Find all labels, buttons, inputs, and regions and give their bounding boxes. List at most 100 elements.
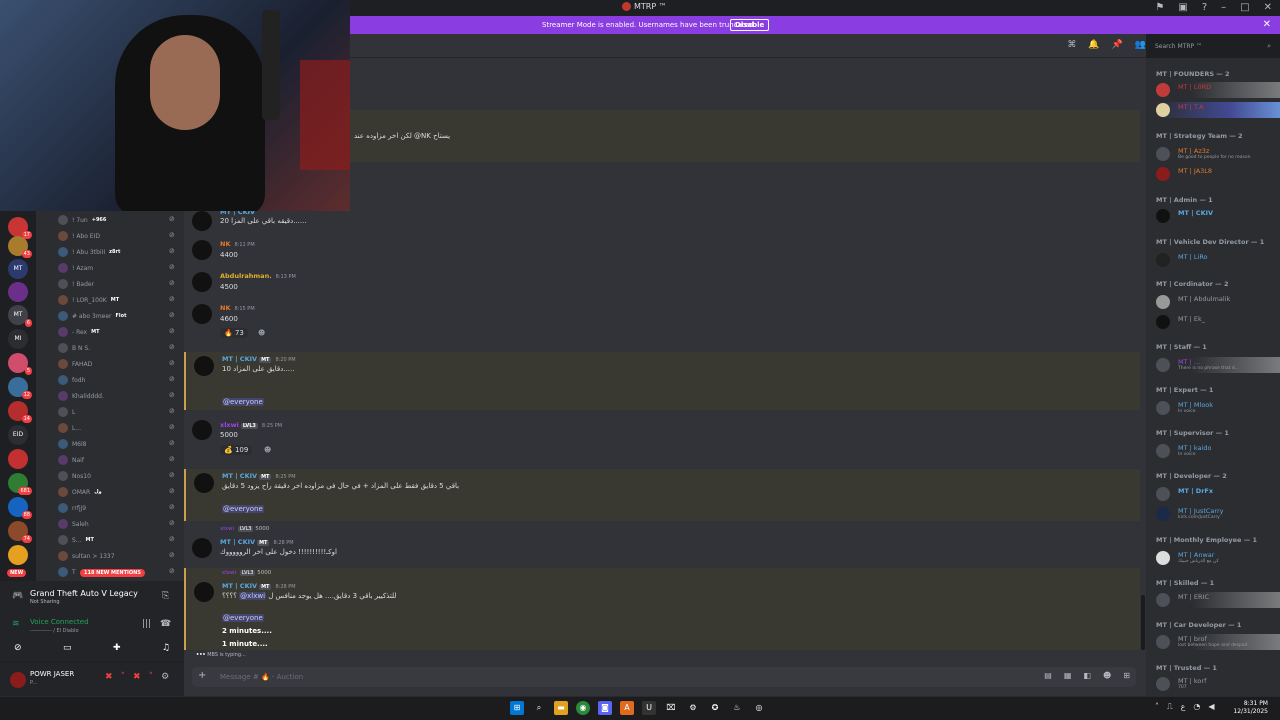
- inbox-icon[interactable]: ⚑: [1155, 2, 1164, 13]
- sticker-icon[interactable]: ◧: [1083, 671, 1091, 680]
- start-icon[interactable]: ⊞: [510, 701, 524, 715]
- member-item[interactable]: MT | DrFx: [1154, 486, 1280, 502]
- server-icon[interactable]: 17: [8, 217, 32, 239]
- member-item[interactable]: MT | L0RD: [1154, 82, 1280, 98]
- voice-user[interactable]: ! Bader: [58, 277, 94, 291]
- app-icon[interactable]: U: [642, 701, 656, 715]
- voice-user[interactable]: sultan > 1337: [58, 549, 115, 563]
- member-item[interactable]: MT | Ek_: [1154, 314, 1280, 330]
- voice-user[interactable]: # abo 3meer Flot: [58, 309, 126, 323]
- gif-icon[interactable]: ▦: [1064, 671, 1072, 680]
- server-icon[interactable]: 74: [8, 521, 32, 543]
- server-icon[interactable]: 43: [8, 236, 32, 258]
- chat-scrollbar[interactable]: [1141, 595, 1145, 650]
- voice-user[interactable]: Naif: [58, 453, 84, 467]
- wifi-icon[interactable]: ◔: [1193, 702, 1200, 712]
- threads-icon[interactable]: ⌘: [1067, 40, 1076, 50]
- volume-icon[interactable]: ◀: [1208, 702, 1214, 712]
- voice-user[interactable]: Nos10: [58, 469, 91, 483]
- avatar[interactable]: [192, 304, 212, 324]
- avatar[interactable]: [194, 582, 214, 602]
- avatar[interactable]: [192, 211, 212, 231]
- network-icon[interactable]: ⎍: [1167, 702, 1173, 712]
- avatar[interactable]: [194, 473, 214, 493]
- voice-user[interactable]: L: [58, 405, 75, 419]
- message[interactable]: xlxwi LVL3 5000 MT | CKIV MT 8:28 PM ؟؟؟؟ …: [184, 568, 1140, 650]
- server-icon[interactable]: 12: [8, 377, 32, 399]
- avatar[interactable]: [192, 240, 212, 260]
- voice-user[interactable]: Khalidddd.: [58, 389, 104, 403]
- voice-user[interactable]: ! LOR_100K MT: [58, 293, 119, 307]
- member-item[interactable]: MT | kaido In voice: [1154, 443, 1280, 459]
- members-icon[interactable]: 👥: [1135, 40, 1146, 50]
- app-icon[interactable]: ⌧: [664, 701, 678, 715]
- server-icon[interactable]: [8, 282, 28, 302]
- message-author[interactable]: MT | CKIV MT 8:25 PM: [222, 472, 296, 480]
- clock[interactable]: 8:31 PM 12/31/2025: [1233, 700, 1268, 716]
- message-author[interactable]: xlxwi LVL3 8:25 PM: [220, 421, 282, 429]
- avatar[interactable]: [192, 272, 212, 292]
- search-icon[interactable]: ⌕: [532, 701, 546, 715]
- voice-user[interactable]: ! Abu 3tbiII z8rt: [58, 245, 120, 259]
- composer-placeholder[interactable]: Message # 🔥 - Auction: [220, 673, 303, 681]
- voice-user[interactable]: L...: [58, 421, 81, 435]
- voice-user[interactable]: rrfjj9: [58, 501, 86, 515]
- avatar[interactable]: [192, 420, 212, 440]
- server-icon[interactable]: 681: [8, 473, 32, 495]
- message[interactable]: MT | CKIV 20 دقيقه باقي على المزا......: [184, 208, 1140, 232]
- noise-suppression-icon[interactable]: |||: [142, 619, 151, 629]
- voice-user[interactable]: fodh: [58, 373, 85, 387]
- member-item[interactable]: MT | ERIC: [1154, 592, 1280, 608]
- reaction[interactable]: 🔥 73: [220, 328, 248, 338]
- disable-streamer-mode-button[interactable]: Disable: [730, 19, 770, 31]
- language-indicator[interactable]: ع: [1181, 702, 1186, 712]
- voice-user[interactable]: M6l8: [58, 437, 86, 451]
- signal-icon[interactable]: ≋: [12, 619, 20, 629]
- soundboard-icon[interactable]: ♫: [162, 643, 170, 653]
- member-item[interactable]: MT | korf 707: [1154, 676, 1280, 692]
- message[interactable]: MT | CKIV MT 8:25 PM باقي 5 دقايق فقط على …: [184, 469, 1140, 521]
- message[interactable]: xlxwi LVL3 5000 MT | CKIV MT 8:28 PM اوكـ!…: [184, 524, 1140, 560]
- maximize-button[interactable]: □: [1240, 2, 1249, 13]
- help-icon[interactable]: ?: [1202, 2, 1207, 13]
- server-icon[interactable]: MT: [8, 259, 28, 279]
- camera-off-icon[interactable]: ⊘: [14, 643, 22, 653]
- mic-muted-icon[interactable]: ✖: [105, 672, 113, 682]
- steam-icon[interactable]: ⚙: [686, 701, 700, 715]
- member-item[interactable]: MT | LiRo: [1154, 252, 1280, 268]
- reply-preview[interactable]: xlxwi LVL3 5000: [220, 526, 269, 532]
- emoji-icon[interactable]: ☻: [1103, 671, 1111, 680]
- app-icon[interactable]: ◎: [752, 701, 766, 715]
- voice-user[interactable]: ! Abo EID: [58, 229, 100, 243]
- message-author[interactable]: Abdulrahman. 8:13 PM: [220, 272, 296, 280]
- voice-user[interactable]: FAHAD: [58, 357, 92, 371]
- voice-user[interactable]: ! 7un +966: [58, 213, 106, 227]
- app-icon[interactable]: ✪: [708, 701, 722, 715]
- server-icon[interactable]: MT 6: [8, 305, 32, 327]
- message[interactable]: xlxwi LVL3 8:25 PM 5000 💰 109 ☻: [184, 418, 1140, 462]
- chevron-down-icon[interactable]: ˅: [149, 672, 154, 682]
- member-item[interactable]: MT | ... There is no phrase that d...: [1154, 357, 1280, 373]
- user-name[interactable]: POWR JASER: [30, 670, 74, 678]
- discord-icon[interactable]: ◙: [598, 701, 612, 715]
- chevron-down-icon[interactable]: ˅: [121, 672, 126, 682]
- chevron-up-icon[interactable]: ˄: [1155, 702, 1159, 712]
- search-input[interactable]: Search MTRP ™ ⌕: [1151, 40, 1275, 54]
- server-icon[interactable]: [8, 545, 28, 565]
- message-composer[interactable]: + Message # 🔥 - Auction ▤ ▦ ◧ ☻ ⊞: [192, 667, 1136, 687]
- member-item[interactable]: MT | CKIV: [1154, 208, 1280, 224]
- activities-icon[interactable]: ✚: [113, 643, 121, 653]
- message-author[interactable]: MT | CKIV MT 8:20 PM: [222, 355, 296, 363]
- avatar[interactable]: [194, 356, 214, 376]
- server-icon[interactable]: MI: [8, 329, 28, 349]
- pin-icon[interactable]: 📌: [1112, 40, 1123, 50]
- new-badge[interactable]: NEW: [7, 569, 27, 577]
- message[interactable]: NK 8:11 PM 4400: [184, 238, 1140, 266]
- member-item[interactable]: MT | Anwar كن مع الذرباش حبيبك: [1154, 550, 1280, 566]
- file-explorer-icon[interactable]: ▬: [554, 701, 568, 715]
- member-item[interactable]: MT | JA3L8: [1154, 166, 1280, 182]
- add-attachment-icon[interactable]: +: [198, 670, 206, 681]
- add-reaction-icon[interactable]: ☻: [264, 446, 271, 454]
- server-icon[interactable]: EID: [8, 425, 28, 445]
- message-author[interactable]: MT | CKIV MT 8:28 PM: [222, 582, 296, 590]
